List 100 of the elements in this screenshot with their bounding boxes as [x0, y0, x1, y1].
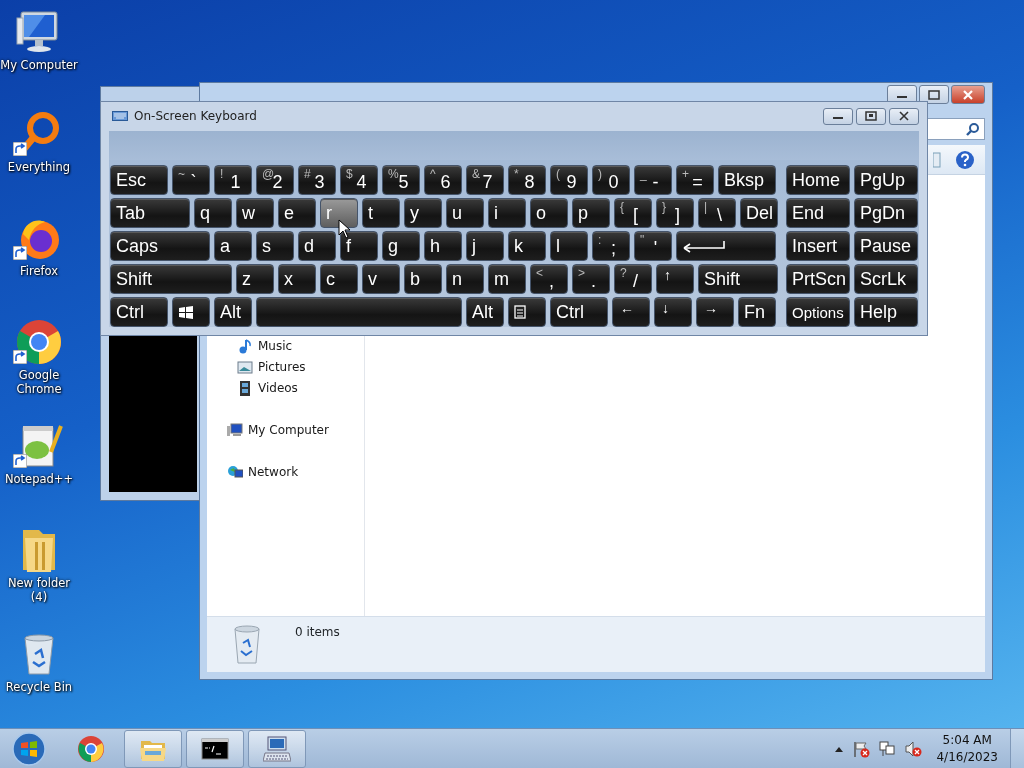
- keyboard-key[interactable]: b: [404, 264, 442, 294]
- keyboard-key[interactable]: Shift: [110, 264, 232, 294]
- nav-item[interactable]: Videos: [258, 378, 298, 397]
- desktop-icon-label[interactable]: Firefox: [19, 264, 59, 279]
- keyboard-key[interactable]: →: [696, 297, 734, 327]
- keyboard-key[interactable]: Pause: [854, 231, 918, 261]
- keyboard-key[interactable]: } ]: [656, 198, 694, 228]
- help-icon[interactable]: [955, 149, 975, 170]
- keyboard-key[interactable]: j: [466, 231, 504, 261]
- keyboard-key[interactable]: ) 0: [592, 165, 630, 195]
- keyboard-key[interactable]: p: [572, 198, 610, 228]
- keyboard-key[interactable]: r: [320, 198, 358, 228]
- keyboard-key[interactable]: a: [214, 231, 252, 261]
- space-key[interactable]: [256, 297, 462, 327]
- keyboard-key[interactable]: ! 1: [214, 165, 252, 195]
- keyboard-key[interactable]: + =: [676, 165, 714, 195]
- keyboard-key[interactable]: Caps: [110, 231, 210, 261]
- keyboard-key[interactable]: %5: [382, 165, 420, 195]
- keyboard-key[interactable]: Alt: [214, 297, 252, 327]
- keyboard-key[interactable]: End: [786, 198, 850, 228]
- nav-item[interactable]: Music: [258, 336, 293, 355]
- keyboard-key[interactable]: t: [362, 198, 400, 228]
- keyboard-key[interactable]: _ -: [634, 165, 672, 195]
- desktop-icon-label[interactable]: Everything: [7, 160, 71, 175]
- keyboard-key[interactable]: ^ 6: [424, 165, 462, 195]
- keyboard-key[interactable]: o: [530, 198, 568, 228]
- keyboard-key[interactable]: u: [446, 198, 484, 228]
- close-button[interactable]: [889, 107, 919, 125]
- keyboard-key[interactable]: PrtScn: [786, 264, 850, 294]
- keyboard-key[interactable]: " ': [634, 231, 672, 261]
- keyboard-key[interactable]: Fn: [738, 297, 776, 327]
- clock-time[interactable]: 5:04 AM: [942, 732, 992, 749]
- keyboard-key[interactable]: Options: [786, 297, 850, 327]
- nav-item[interactable]: Network: [248, 462, 299, 481]
- keyboard-key[interactable]: ←: [612, 297, 650, 327]
- keyboard-key[interactable]: d: [298, 231, 336, 261]
- keyboard-key[interactable]: Alt: [466, 297, 504, 327]
- chrome-icon[interactable]: [15, 318, 63, 366]
- keyboard-key[interactable]: @2: [256, 165, 294, 195]
- keyboard-key[interactable]: PgDn: [854, 198, 918, 228]
- keyboard-key[interactable]: [172, 297, 210, 327]
- keyboard-key[interactable]: &7: [466, 165, 504, 195]
- keyboard-key[interactable]: Esc: [110, 165, 168, 195]
- taskbar-button[interactable]: [186, 729, 244, 768]
- keyboard-key[interactable]: $ 4: [340, 165, 378, 195]
- keyboard-key[interactable]: ( 9: [550, 165, 588, 195]
- speaker-muted-icon[interactable]: [904, 739, 923, 758]
- keyboard-key[interactable]: < ,: [530, 264, 568, 294]
- desktop-icon-label[interactable]: Notepad++: [4, 472, 74, 487]
- keyboard-key[interactable]: > .: [572, 264, 610, 294]
- keyboard-key[interactable]: [676, 231, 776, 261]
- maximize-button[interactable]: [919, 85, 949, 104]
- keyboard-key[interactable]: ↓: [654, 297, 692, 327]
- keyboard-key[interactable]: : ;: [592, 231, 630, 261]
- minimize-button[interactable]: [823, 107, 853, 125]
- keyboard-key[interactable]: x: [278, 264, 316, 294]
- keyboard-key[interactable]: v: [362, 264, 400, 294]
- keyboard-key[interactable]: k: [508, 231, 546, 261]
- keyboard-key[interactable]: [508, 297, 546, 327]
- keyboard-key[interactable]: ScrLk: [854, 264, 918, 294]
- clock-date[interactable]: 4/16/2023: [936, 748, 998, 765]
- keyboard-key[interactable]: ↑: [656, 264, 694, 294]
- keyboard-key[interactable]: Tab: [110, 198, 190, 228]
- close-button[interactable]: [951, 85, 985, 104]
- keyboard-key[interactable]: Ctrl: [110, 297, 168, 327]
- keyboard-key[interactable]: Help: [854, 297, 918, 327]
- desktop-icon-label[interactable]: My Computer: [0, 58, 78, 73]
- keyboard-key[interactable]: Shift: [698, 264, 778, 294]
- keyboard-key[interactable]: q: [194, 198, 232, 228]
- keyboard-key[interactable]: c: [320, 264, 358, 294]
- keyboard-key[interactable]: | \: [698, 198, 736, 228]
- nav-item[interactable]: My Computer: [248, 420, 329, 439]
- keyboard-key[interactable]: Del: [740, 198, 778, 228]
- keyboard-key[interactable]: PgUp: [854, 165, 918, 195]
- keyboard-key[interactable]: m: [488, 264, 526, 294]
- desktop-icon-label[interactable]: Google Chrome: [0, 368, 78, 397]
- desktop-icon-label[interactable]: New folder (4): [0, 576, 78, 605]
- keyboard-key[interactable]: w: [236, 198, 274, 228]
- keyboard-key[interactable]: e: [278, 198, 316, 228]
- keyboard-key[interactable]: ? /: [614, 264, 652, 294]
- keyboard-key[interactable]: g: [382, 231, 420, 261]
- flag-error-icon[interactable]: [852, 739, 871, 758]
- keyboard-key[interactable]: * 8: [508, 165, 546, 195]
- nav-item[interactable]: Pictures: [258, 357, 306, 376]
- desktop-icon-label[interactable]: Recycle Bin: [5, 680, 73, 695]
- maximize-button[interactable]: [856, 107, 886, 125]
- network-icon[interactable]: [878, 739, 897, 758]
- keyboard-key[interactable]: s: [256, 231, 294, 261]
- keyboard-key[interactable]: Home: [786, 165, 850, 195]
- keyboard-key[interactable]: { [: [614, 198, 652, 228]
- keyboard-key[interactable]: f: [340, 231, 378, 261]
- keyboard-key[interactable]: i: [488, 198, 526, 228]
- keyboard-key[interactable]: y: [404, 198, 442, 228]
- keyboard-key[interactable]: Ctrl: [550, 297, 608, 327]
- keyboard-key[interactable]: l: [550, 231, 588, 261]
- keyboard-key[interactable]: z: [236, 264, 274, 294]
- keyboard-key[interactable]: n: [446, 264, 484, 294]
- keyboard-key[interactable]: Bksp: [718, 165, 776, 195]
- keyboard-key[interactable]: h: [424, 231, 462, 261]
- keyboard-key[interactable]: Insert: [786, 231, 850, 261]
